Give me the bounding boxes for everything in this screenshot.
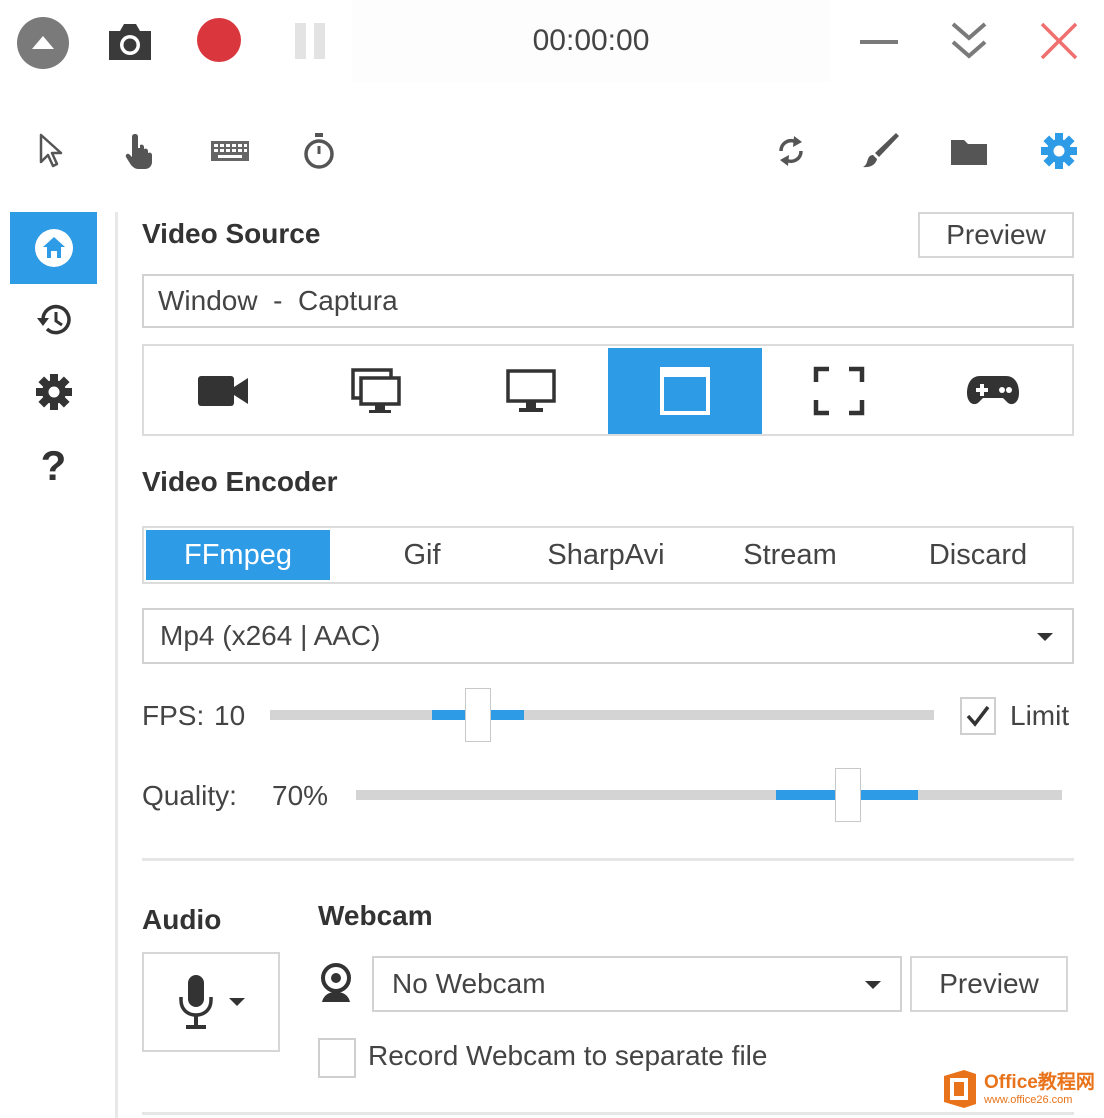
cursor-icon	[39, 133, 63, 168]
watermark-url: www.office26.com	[984, 1093, 1073, 1106]
limit-label: Limit	[1010, 700, 1070, 731]
chevron-up-icon	[32, 36, 54, 49]
gear-icon	[35, 374, 72, 410]
timer-text: 00:00:00	[532, 24, 650, 57]
screenshot-button[interactable]	[104, 17, 156, 67]
include-clicks-toggle[interactable]	[120, 130, 160, 172]
source-webcam-option[interactable]	[146, 348, 300, 434]
nav-divider	[115, 212, 118, 1118]
encoder-tab-ffmpeg[interactable]: FFmpeg	[146, 530, 330, 580]
encoder-tab-sharpavi[interactable]: SharpAvi	[514, 530, 698, 580]
microphone-icon	[179, 975, 213, 1029]
stopwatch-icon	[304, 133, 334, 169]
nav-help[interactable]: ?	[10, 430, 97, 502]
click-hand-icon	[125, 134, 152, 169]
quality-slider-thumb[interactable]	[835, 768, 861, 822]
help-icon: ?	[40, 442, 67, 489]
minimize-button[interactable]	[856, 22, 902, 62]
pause-button[interactable]	[290, 20, 330, 62]
window-icon	[660, 367, 710, 415]
open-folder-button[interactable]	[946, 132, 992, 170]
source-region-option[interactable]	[762, 348, 916, 434]
camera-icon	[109, 24, 151, 60]
encoder-tab-discard[interactable]: Discard	[886, 530, 1070, 580]
minimize-icon	[860, 40, 898, 44]
source-gamepad-option[interactable]	[916, 348, 1070, 434]
webcam-preview-button[interactable]: Preview	[910, 956, 1068, 1012]
close-button[interactable]	[1036, 18, 1082, 64]
close-icon	[1040, 22, 1078, 60]
chevron-down-icon	[865, 981, 881, 989]
nav-settings[interactable]	[10, 356, 97, 428]
source-monitor-option[interactable]	[454, 348, 608, 434]
webcam-icon	[321, 963, 351, 1002]
video-encoder-title: Video Encoder	[142, 466, 338, 497]
video-source-field[interactable]: Window - Captura	[142, 274, 1074, 328]
quality-label: Quality:	[142, 780, 237, 811]
webcam-title: Webcam	[318, 900, 433, 931]
quality-slider-track[interactable]	[356, 790, 1062, 800]
keyboard-icon	[211, 141, 249, 161]
include-keystrokes-toggle[interactable]	[208, 136, 252, 166]
folder-icon	[951, 140, 987, 165]
region-icon	[813, 366, 865, 416]
separate-file-label: Record Webcam to separate file	[368, 1040, 768, 1071]
source-screens-option[interactable]	[300, 348, 454, 434]
bottom-divider	[142, 1112, 1074, 1115]
brush-icon	[863, 133, 899, 168]
include-cursor-toggle[interactable]	[30, 130, 70, 170]
camera-icon	[198, 376, 248, 406]
fps-value: 10	[214, 700, 246, 731]
encoder-tab-gif[interactable]: Gif	[330, 530, 514, 580]
nav-home[interactable]	[10, 212, 97, 284]
settings-button[interactable]	[1036, 128, 1082, 174]
double-chevron-down-icon	[951, 22, 987, 59]
collapse-up-button[interactable]	[17, 17, 69, 69]
source-window-option[interactable]	[608, 348, 762, 434]
timer-toggle[interactable]	[298, 130, 340, 172]
video-source-selector	[142, 344, 1074, 436]
office-logo-icon	[944, 1070, 976, 1108]
fps-slider-thumb[interactable]	[465, 688, 491, 742]
audio-title: Audio	[142, 904, 222, 935]
timer-display: 00:00:00	[352, 0, 830, 82]
webcam-dropdown[interactable]: No Webcam	[372, 956, 902, 1012]
limit-checkbox[interactable]	[960, 697, 996, 735]
encoder-format-dropdown[interactable]: Mp4 (x264 | AAC)	[142, 608, 1074, 664]
fps-label: FPS:	[142, 700, 205, 731]
collapse-button[interactable]	[946, 18, 992, 64]
record-button[interactable]	[197, 18, 241, 62]
fps-slider-track[interactable]	[270, 710, 934, 720]
encoder-format-value: Mp4 (x264 | AAC)	[160, 620, 381, 651]
history-icon	[36, 304, 71, 335]
nav-history[interactable]	[10, 284, 97, 356]
webcam-value: No Webcam	[392, 968, 546, 999]
pause-icon	[295, 23, 325, 59]
microphone-dropdown-button[interactable]	[142, 952, 280, 1052]
gamepad-icon	[967, 376, 1019, 405]
overlay-settings-button[interactable]	[858, 128, 902, 172]
chevron-down-icon	[229, 998, 245, 1006]
quality-value: 70%	[272, 780, 329, 811]
separate-file-checkbox[interactable]	[318, 1038, 356, 1078]
screens-icon	[351, 368, 401, 413]
video-source-value: Window - Captura	[158, 285, 398, 316]
webcam-icon-wrap	[318, 962, 354, 1006]
encoder-tabs: FFmpeg Gif SharpAvi Stream Discard	[142, 526, 1074, 584]
watermark-name: Office教程网	[984, 1071, 1095, 1093]
refresh-button[interactable]	[770, 130, 812, 172]
video-source-preview-button[interactable]: Preview	[918, 212, 1074, 258]
chevron-down-icon	[1037, 633, 1053, 641]
checkmark-icon	[966, 705, 990, 727]
home-icon	[34, 229, 73, 267]
watermark: Office教程网 www.office26.com	[940, 1066, 1100, 1112]
encoder-tab-stream[interactable]: Stream	[698, 530, 882, 580]
refresh-icon	[779, 136, 803, 166]
monitor-icon	[506, 369, 556, 412]
section-divider	[142, 858, 1074, 861]
video-source-title: Video Source	[142, 218, 321, 249]
gear-icon	[1041, 133, 1077, 169]
